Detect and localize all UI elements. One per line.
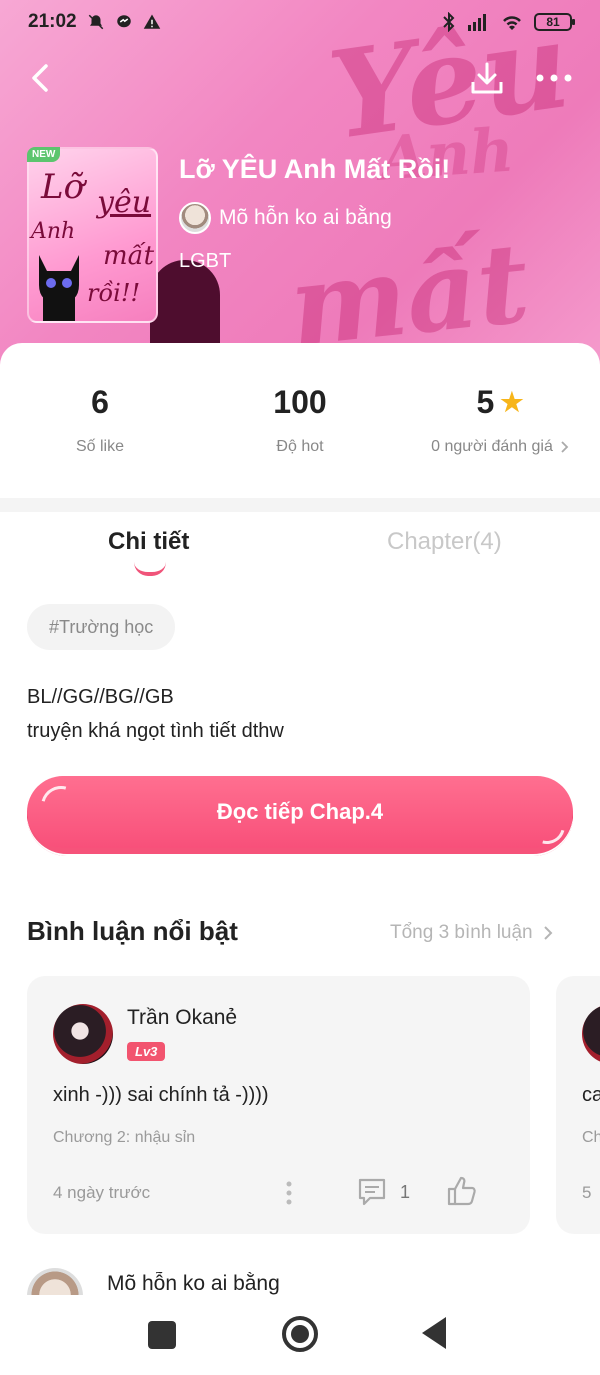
- description-line: truyện khá ngọt tình tiết dthw: [27, 720, 284, 742]
- commenter-name[interactable]: Mõ hỗn ko ai bằng: [107, 1272, 280, 1296]
- reply-count: 5: [582, 1183, 592, 1202]
- likes-label: Số like: [75, 438, 125, 455]
- cover-text: Anh: [31, 219, 76, 244]
- thumbs-up-icon: [447, 1176, 476, 1206]
- hotness-label: Độ hot: [276, 438, 324, 455]
- comment-chapter: Chương 2: nhậu sỉn: [53, 1129, 196, 1146]
- author-name: Mõ hỗn ko ai bằng: [219, 206, 392, 229]
- stat-hotness: 100 Độ hot: [200, 380, 400, 480]
- comment-time: 4 ngày trước: [53, 1183, 151, 1202]
- stat-rating[interactable]: 5 ★ 0 người đánh giá: [400, 380, 600, 480]
- star-icon: ★: [500, 386, 524, 417]
- comment-more-button[interactable]: [281, 1180, 297, 1206]
- cover-text: yêu: [97, 185, 152, 220]
- story-description: BL//GG//BG//GB truyện khá ngọt tình tiết…: [27, 680, 284, 748]
- warning-icon: [143, 14, 160, 29]
- rating-value: 5: [476, 383, 495, 420]
- all-comments-link[interactable]: Tổng 3 bình luận: [390, 922, 553, 944]
- messenger-icon: [116, 15, 131, 28]
- home-button[interactable]: [282, 1316, 318, 1352]
- battery-indicator: 81: [534, 13, 575, 31]
- chevron-right-icon: [543, 926, 553, 940]
- description-line: BL//GG//BG//GB: [27, 686, 174, 708]
- comment-card[interactable]: ca Ch 5: [556, 976, 600, 1234]
- comment-text: xinh -))) sai chính tả -)))): [53, 1084, 269, 1106]
- reply-count: 1: [400, 1181, 411, 1202]
- author-avatar: [179, 202, 211, 234]
- status-system-icons: 81: [442, 12, 575, 32]
- new-badge: NEW: [27, 147, 61, 162]
- story-cover-image[interactable]: Lỡ yêu Anh mất rồi!!: [27, 147, 158, 323]
- continue-reading-button[interactable]: Đọc tiếp Chap.4: [27, 776, 573, 856]
- story-title: Lỡ YÊU Anh Mất Rồi!: [179, 154, 451, 184]
- status-time: 21:02: [28, 11, 77, 32]
- back-button[interactable]: [22, 58, 58, 98]
- hotness-count: 100: [273, 383, 327, 420]
- story-tag[interactable]: #Trường học: [27, 604, 176, 650]
- more-options-button[interactable]: [534, 62, 574, 94]
- cover-text: mất: [103, 241, 155, 271]
- comment-text: ca: [582, 1084, 600, 1106]
- chevron-right-icon: [561, 441, 569, 453]
- cover-text: Lỡ: [41, 167, 85, 207]
- system-navigation-bar: [0, 1295, 600, 1375]
- cover-text: rồi!!: [87, 279, 141, 307]
- comment-chapter: Ch: [582, 1129, 600, 1146]
- comment-icon: [358, 1178, 386, 1206]
- wifi-icon: [503, 16, 521, 30]
- download-icon: [471, 62, 503, 94]
- tab-details[interactable]: Chi tiết: [108, 528, 189, 556]
- reply-button[interactable]: 1: [356, 1176, 410, 1208]
- commenter-avatar[interactable]: [582, 1004, 600, 1064]
- tab-chapters[interactable]: Chapter(4): [387, 528, 502, 556]
- recent-apps-button[interactable]: [148, 1321, 176, 1349]
- section-divider: [0, 498, 600, 512]
- status-bar: 21:02 81: [0, 0, 600, 44]
- story-genre: LGBT: [179, 250, 232, 272]
- rating-count-label: 0 người đánh giá: [431, 438, 553, 455]
- level-badge: Lv3: [127, 1042, 166, 1061]
- stat-likes: 6 Số like: [0, 380, 200, 480]
- continue-reading-label: Đọc tiếp Chap.4: [216, 799, 384, 824]
- author-link[interactable]: Mõ hỗn ko ai bằng: [179, 202, 392, 234]
- stats-row: 6 Số like 100 Độ hot 5 ★ 0 người đánh giá: [0, 380, 600, 480]
- more-vertical-icon: [286, 1181, 292, 1205]
- comment-card[interactable]: Trần Okanẻ Lv3 xinh -))) sai chính tả -)…: [27, 976, 530, 1234]
- commenter-avatar[interactable]: [53, 1004, 113, 1064]
- like-button[interactable]: [445, 1174, 479, 1208]
- download-button[interactable]: [468, 58, 506, 98]
- commenter-name[interactable]: Trần Okanẻ: [127, 1006, 237, 1030]
- black-cat-illustration: [39, 255, 79, 321]
- bluetooth-icon: [443, 12, 455, 32]
- system-back-button[interactable]: [422, 1317, 446, 1349]
- likes-count: 6: [91, 383, 109, 420]
- chevron-left-icon: [32, 64, 48, 92]
- status-notification-icons: [87, 13, 161, 31]
- bell-off-icon: [88, 14, 103, 30]
- total-comments-label: Tổng 3 bình luận: [390, 922, 533, 943]
- signal-icon: [468, 14, 486, 31]
- comments-section-title: Bình luận nổi bật: [27, 916, 238, 946]
- more-horizontal-icon: [536, 74, 572, 82]
